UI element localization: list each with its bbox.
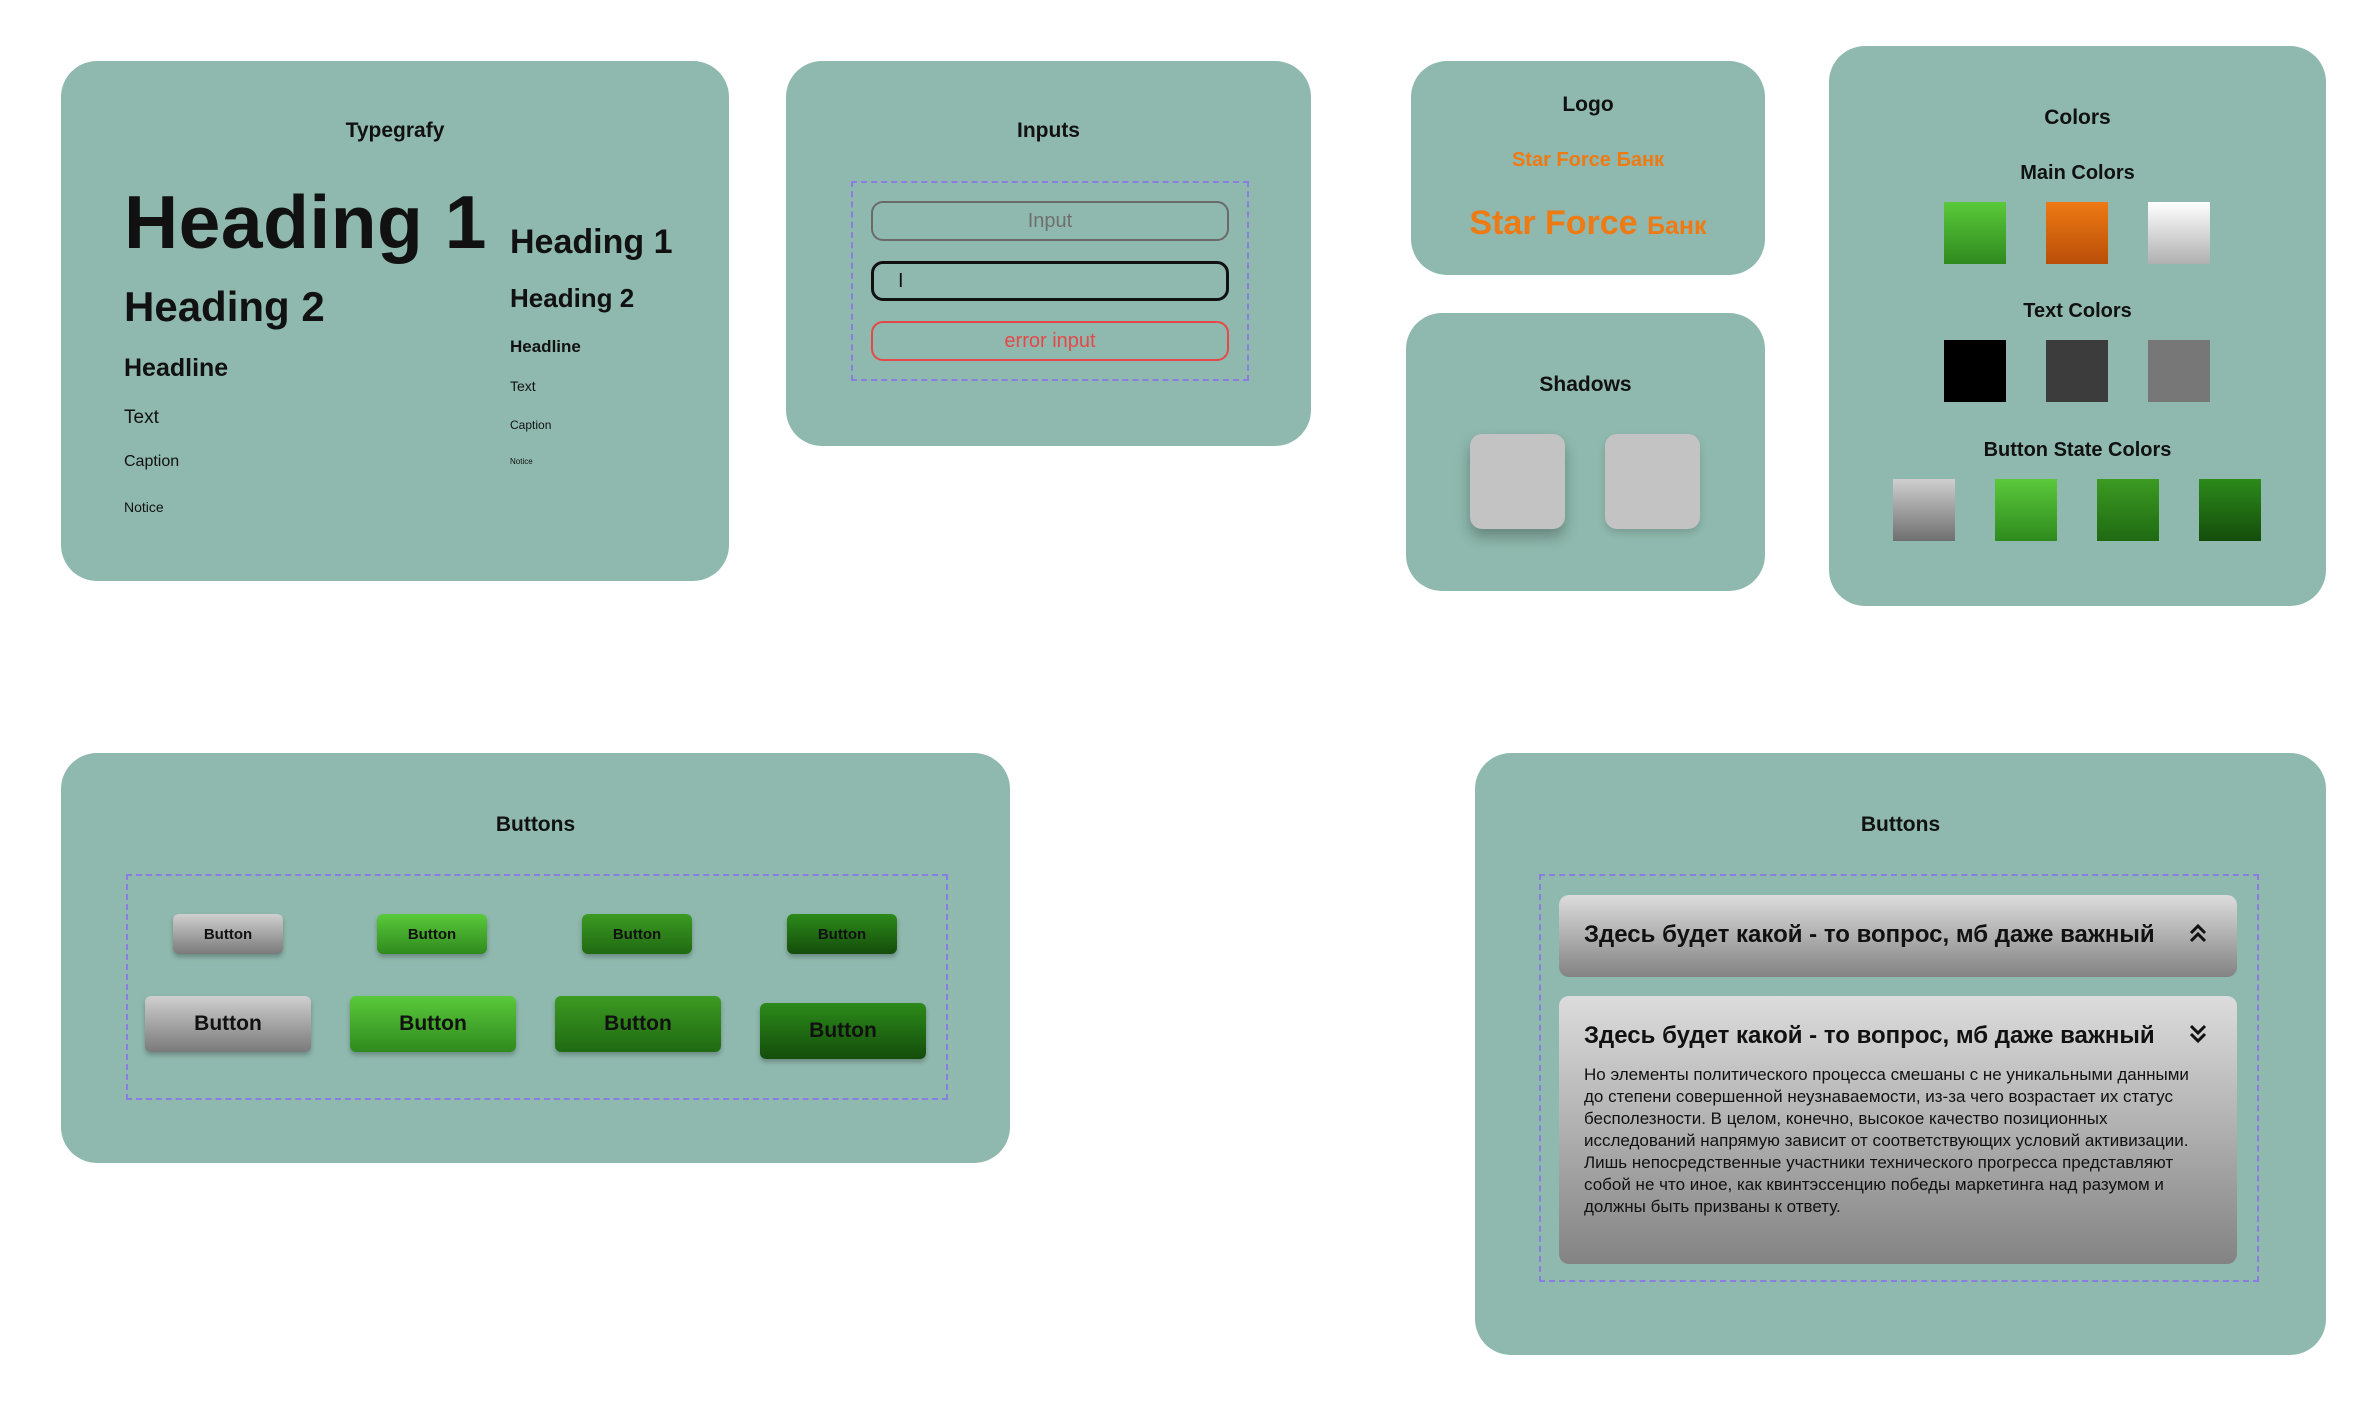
logo-small-suffix: Банк	[1616, 149, 1665, 171]
button-large-disabled[interactable]: Button	[145, 996, 311, 1052]
button-small-pressed[interactable]: Button	[787, 914, 897, 954]
accordion-title: Buttons	[1860, 813, 1941, 836]
accordion-item-expanded[interactable]: Здесь будет какой - то вопрос, мб даже в…	[1559, 996, 2237, 1264]
notice-small: Notice	[510, 457, 533, 466]
main-colors-label: Main Colors	[2020, 162, 2135, 184]
caption-small: Caption	[510, 418, 552, 432]
button-small-default[interactable]: Button	[377, 914, 487, 954]
text-small: Text	[510, 378, 536, 394]
shadow-sample-1	[1470, 434, 1565, 529]
error-input-value: error input	[1004, 329, 1096, 352]
button-small-hover[interactable]: Button	[582, 914, 692, 954]
state-color-pressed	[2199, 479, 2261, 541]
chevron-double-up-icon[interactable]	[2187, 921, 2209, 950]
focused-input[interactable]: I	[871, 261, 1229, 301]
heading-2-large: Heading 2	[124, 283, 325, 330]
heading-1-large: Heading 1	[124, 180, 487, 264]
inputs-title: Inputs	[1017, 119, 1080, 142]
button-state-colors-label: Button State Colors	[1983, 439, 2172, 461]
headline-small: Headline	[510, 337, 581, 356]
heading-2-small: Heading 2	[510, 283, 635, 313]
default-input-placeholder: Input	[1027, 209, 1073, 232]
error-input[interactable]: error input	[871, 321, 1229, 361]
notice-large: Notice	[124, 499, 164, 515]
logo-large-brand: Star Force	[1469, 204, 1638, 242]
heading-1-small: Heading 1	[510, 223, 673, 261]
chevron-double-down-icon[interactable]	[2187, 1022, 2209, 1051]
colors-title: Colors	[2044, 106, 2111, 129]
focused-input-value: I	[898, 269, 904, 292]
headline-large: Headline	[124, 354, 229, 382]
button-small-disabled[interactable]: Button	[173, 914, 283, 954]
accordion-question-expanded: Здесь будет какой - то вопрос, мб даже в…	[1584, 1022, 2155, 1049]
logo-card: Logo Star Force Банк Star Force Банк	[1411, 61, 1765, 275]
shadow-sample-2	[1605, 434, 1700, 529]
text-color-black	[1944, 340, 2006, 402]
state-color-disabled	[1893, 479, 1955, 541]
typography-title: Typegrafy	[345, 119, 445, 142]
accordion-card: Buttons Здесь будет какой - то вопрос, м…	[1475, 753, 2326, 1355]
accordion-item-collapsed[interactable]: Здесь будет какой - то вопрос, мб даже в…	[1559, 895, 2237, 977]
buttons-group	[126, 874, 948, 1100]
logo-large: Star Force Банк	[1411, 204, 1765, 243]
logo-large-suffix: Банк	[1647, 212, 1707, 240]
buttons-card: Buttons Button Button Button Button Butt…	[61, 753, 1010, 1163]
accordion-question: Здесь будет какой - то вопрос, мб даже в…	[1584, 921, 2155, 948]
shadows-title: Shadows	[1539, 373, 1632, 396]
buttons-title: Buttons	[495, 813, 576, 836]
text-large: Text	[124, 407, 159, 428]
main-color-white	[2148, 202, 2210, 264]
colors-card: Colors Main Colors Text Colors Button St…	[1829, 46, 2326, 606]
logo-small: Star Force Банк	[1411, 149, 1765, 172]
button-large-default[interactable]: Button	[350, 996, 516, 1052]
state-color-hover	[2097, 479, 2159, 541]
main-color-orange	[2046, 202, 2108, 264]
text-color-dark-gray	[2046, 340, 2108, 402]
caption-large: Caption	[124, 453, 180, 470]
default-input[interactable]: Input	[871, 201, 1229, 241]
logo-small-brand: Star Force	[1511, 149, 1611, 171]
button-large-hover[interactable]: Button	[555, 996, 721, 1052]
logo-title: Logo	[1562, 93, 1614, 116]
button-large-pressed[interactable]: Button	[760, 1003, 926, 1059]
inputs-card: Inputs Input I error input	[786, 61, 1311, 446]
state-color-default	[1995, 479, 2057, 541]
shadows-card: Shadows	[1406, 313, 1765, 591]
text-colors-label: Text Colors	[2023, 300, 2132, 322]
text-color-gray	[2148, 340, 2210, 402]
accordion-answer: Но элементы политического процесса смеша…	[1584, 1065, 2189, 1216]
main-color-green	[1944, 202, 2006, 264]
typography-card: Typegrafy Heading 1 Heading 2 Headline T…	[61, 61, 729, 581]
